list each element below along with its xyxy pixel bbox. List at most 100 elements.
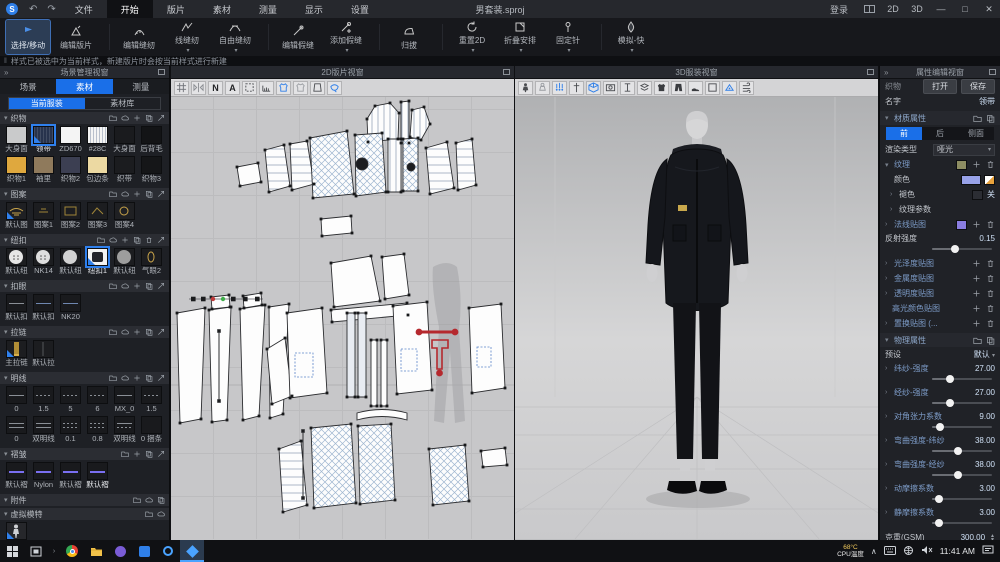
- menu-home[interactable]: 开始: [107, 0, 153, 18]
- fabric-item[interactable]: 织物1: [3, 156, 30, 184]
- fabric-item[interactable]: ZD670: [57, 126, 84, 154]
- view-2d-toggle[interactable]: 2D: [882, 0, 904, 18]
- action-center-icon[interactable]: [982, 542, 994, 560]
- add-icon[interactable]: [133, 190, 141, 198]
- fabric-item[interactable]: 织带: [111, 156, 138, 184]
- folder-icon[interactable]: [109, 282, 117, 290]
- trash-icon[interactable]: [986, 289, 995, 298]
- float-panel-icon[interactable]: [867, 69, 874, 75]
- topstitch-item[interactable]: 6: [84, 386, 111, 414]
- topstitch-item[interactable]: 0.8: [84, 416, 111, 444]
- pucker-item[interactable]: 默认褶: [84, 462, 111, 490]
- pattern-item[interactable]: 图案1: [30, 202, 57, 230]
- trash-icon[interactable]: [986, 160, 995, 169]
- taskbar-chevron-icon[interactable]: ›: [48, 540, 60, 562]
- pins-icon[interactable]: [552, 81, 567, 95]
- folder-icon[interactable]: [145, 510, 153, 518]
- subtab-material-library[interactable]: 素材库: [85, 98, 161, 109]
- dynamic-friction-value[interactable]: 3.00: [979, 484, 995, 493]
- save-button[interactable]: 保存: [961, 79, 995, 94]
- pants-display-icon[interactable]: [671, 81, 686, 95]
- pattern-item[interactable]: 图案3: [84, 202, 111, 230]
- weft-strength-value[interactable]: 27.00: [975, 364, 995, 373]
- chevron-right-icon[interactable]: ›: [885, 221, 891, 228]
- tool-edit-baste[interactable]: 编辑假缝: [276, 20, 320, 54]
- pattern-canvas[interactable]: [171, 97, 514, 539]
- tool-fold-arrange[interactable]: 折叠安排▾: [498, 20, 542, 54]
- subtab-current-garment[interactable]: 当前服装: [9, 98, 85, 109]
- pattern-item[interactable]: 图案4: [111, 202, 138, 230]
- add-icon[interactable]: [121, 236, 129, 244]
- copy-icon[interactable]: [145, 328, 153, 336]
- bend-warp-value[interactable]: 38.00: [975, 460, 995, 469]
- expand-icon[interactable]: [157, 374, 165, 382]
- collapse-icon[interactable]: »: [884, 68, 888, 77]
- color-picker-icon[interactable]: [984, 175, 995, 185]
- folder-icon[interactable]: [109, 374, 117, 382]
- show-garment-icon[interactable]: [276, 81, 291, 95]
- folder-icon[interactable]: [121, 450, 129, 458]
- notch-tool-icon[interactable]: N: [208, 81, 223, 95]
- cpu-temp-widget[interactable]: 68°C CPU温度: [837, 544, 864, 558]
- button-item-selected[interactable]: 纽扣1: [84, 248, 111, 276]
- folder-icon[interactable]: [133, 496, 141, 504]
- topstitch-item[interactable]: 0: [3, 386, 30, 414]
- texture-params-label[interactable]: 纹理参数: [899, 204, 931, 215]
- add-icon[interactable]: [133, 374, 141, 382]
- tool-edit-sew[interactable]: 编辑缝纫: [117, 20, 161, 54]
- pucker-item[interactable]: 默认褶: [57, 462, 84, 490]
- avatar-item[interactable]: [3, 522, 30, 540]
- app-icon-ring[interactable]: [156, 540, 180, 562]
- folder-icon[interactable]: [109, 328, 117, 336]
- keyboard-icon[interactable]: [884, 542, 896, 560]
- buttonhole-item[interactable]: 默认扣: [3, 294, 30, 322]
- section-header-avatar[interactable]: ▾ 虚拟模特: [0, 508, 169, 520]
- bend-weft-label[interactable]: 弯曲强度-纬纱: [894, 435, 945, 446]
- board-icon[interactable]: [705, 81, 720, 95]
- pattern-item[interactable]: 默认图: [3, 202, 30, 230]
- mirror-icon[interactable]: [191, 81, 206, 95]
- menu-pattern[interactable]: 版片: [153, 0, 199, 18]
- displace-map-label[interactable]: 置换贴图 (...: [894, 318, 938, 329]
- weft-strength-slider[interactable]: [932, 378, 992, 380]
- tab-front[interactable]: 前: [886, 127, 922, 140]
- copy-icon[interactable]: [133, 236, 141, 244]
- cloud-upload-icon[interactable]: [121, 328, 129, 336]
- topstitch-item[interactable]: 1.5: [138, 386, 165, 414]
- static-friction-slider[interactable]: [932, 522, 992, 524]
- physical-section-header[interactable]: ▾ 物理属性: [880, 333, 1000, 347]
- tab-side[interactable]: 侧面: [958, 127, 994, 140]
- jacket-display-icon[interactable]: [654, 81, 669, 95]
- maximize-button[interactable]: □: [954, 0, 976, 18]
- add-icon[interactable]: [133, 328, 141, 336]
- fabric-item[interactable]: 袖里: [30, 156, 57, 184]
- expand-icon[interactable]: [157, 114, 165, 122]
- save-icon[interactable]: [986, 114, 995, 123]
- annotate-tool-icon[interactable]: A: [225, 81, 240, 95]
- topstitch-item[interactable]: 1.5: [30, 386, 57, 414]
- folder-icon[interactable]: [973, 114, 982, 123]
- tool-simulate[interactable]: 模拟-快▾: [609, 20, 653, 54]
- expand-icon[interactable]: [157, 236, 165, 244]
- chevron-right-icon[interactable]: ›: [885, 320, 891, 327]
- zipper-item-selected[interactable]: 主拉链: [3, 340, 30, 368]
- section-header-fabric[interactable]: ▾ 织物: [0, 112, 169, 124]
- topstitch-item[interactable]: 0 捆条: [138, 416, 165, 444]
- copy-icon[interactable]: [145, 190, 153, 198]
- add-icon[interactable]: [133, 450, 141, 458]
- button-item[interactable]: 默认纽: [57, 248, 84, 276]
- avatar-display-icon[interactable]: [518, 81, 533, 95]
- open-button[interactable]: 打开: [923, 79, 957, 94]
- task-view-button[interactable]: [24, 540, 48, 562]
- fabric-item[interactable]: 织物2: [57, 156, 84, 184]
- texture-label[interactable]: 纹理: [894, 159, 910, 170]
- network-icon[interactable]: [903, 542, 914, 560]
- warp-strength-slider[interactable]: [932, 402, 992, 404]
- topstitch-item[interactable]: 双明线: [111, 416, 138, 444]
- section-header-attachment[interactable]: ▾ 附件: [0, 494, 169, 506]
- menu-settings[interactable]: 设置: [337, 0, 383, 18]
- chevron-right-icon[interactable]: ›: [885, 260, 891, 267]
- measure-3d-icon[interactable]: [620, 81, 635, 95]
- fabric-item-selected[interactable]: 领带: [30, 126, 57, 154]
- diagonal-tension-label[interactable]: 对角张力系数: [894, 411, 942, 422]
